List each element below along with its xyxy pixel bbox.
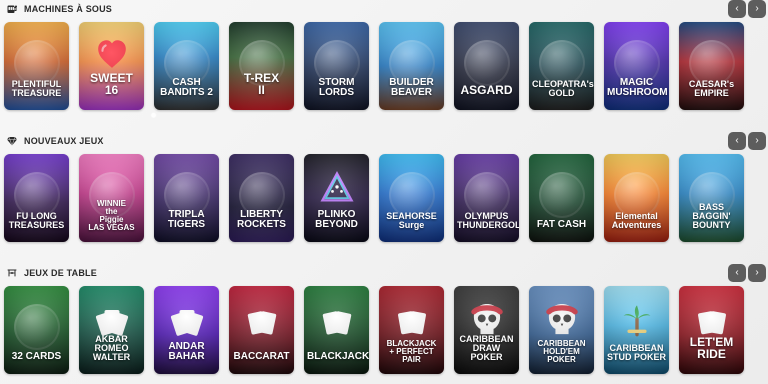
game-title: CASH BANDITS 2 [160, 77, 213, 98]
section-nav: ‹ › [728, 0, 766, 18]
game-title: 32 CARDS [11, 351, 62, 362]
game-title: AKBAR ROMEO WALTER [92, 334, 131, 362]
game-card[interactable]: SEAHORSE Surge [379, 154, 444, 242]
game-card[interactable]: BLACKJACK + PERFECT PAIR [379, 286, 444, 374]
section-title: JEUX DE TABLE [24, 268, 97, 278]
game-card[interactable]: ASGARD [454, 22, 519, 110]
skull-icon [545, 303, 578, 335]
game-card[interactable]: CARIBBEAN DRAW POKER [454, 286, 519, 374]
game-card[interactable]: SWEET 16 [79, 22, 144, 110]
game-artwork [538, 172, 585, 218]
game-title: SEAHORSE Surge [386, 211, 437, 230]
game-title: BLACKJACK [307, 351, 369, 362]
next-button[interactable]: › [748, 132, 766, 150]
playing-cards-icon [397, 311, 426, 335]
game-title: ASGARD [460, 83, 513, 97]
game-title: BASS BAGGIN' BOUNTY [692, 202, 731, 230]
game-title: FAT CASH [536, 219, 587, 230]
game-carousel: FU LONG TREASURES WINNIE the Piggie LAS … [4, 154, 744, 242]
game-title: ANDAR BAHAR [168, 341, 205, 362]
palm-tree-icon [623, 305, 650, 337]
game-carousel: 32 CARDS AKBAR ROMEO WALTER ANDAR BAHAR … [4, 286, 744, 374]
game-title: TRIPLA TIGERS [167, 209, 206, 230]
section-header-slots: MACHINES À SOUS [6, 2, 112, 16]
game-card[interactable]: T-REX II [229, 22, 294, 110]
game-card[interactable]: MAGIC MUSHROOM [604, 22, 669, 110]
game-title: STORM LORDS [318, 77, 355, 98]
game-title: CAESAR's EMPIRE [688, 79, 735, 98]
playing-cards-icon [170, 310, 203, 336]
casino-lobby: MACHINES À SOUS ‹ › PLENTIFUL TREASURE S… [0, 0, 768, 384]
game-title: FU LONG TREASURES [8, 211, 65, 230]
game-title: PLINKO BEYOND [315, 209, 358, 230]
game-card[interactable]: WINNIE the Piggie LAS VEGAS [79, 154, 144, 242]
game-card[interactable]: BUILDER BEAVER [379, 22, 444, 110]
game-card[interactable]: CASH BANDITS 2 [154, 22, 219, 110]
game-title: LET'EM RIDE [689, 335, 734, 361]
game-artwork [463, 40, 510, 86]
game-card[interactable]: CAESAR's EMPIRE [679, 22, 744, 110]
game-title: CARIBBEAN HOLD'EM POKER [537, 339, 586, 364]
game-card[interactable]: BACCARAT [229, 286, 294, 374]
section-title: MACHINES À SOUS [24, 4, 113, 14]
playing-cards-icon [322, 311, 351, 335]
prev-button[interactable]: ‹ [728, 0, 746, 18]
playing-cards-icon [247, 311, 276, 335]
next-button[interactable]: › [748, 264, 766, 282]
section-title: NOUVEAUX JEUX [24, 136, 104, 146]
game-title: CLEOPATRA's GOLD [532, 79, 594, 98]
game-title: T-REX II [243, 71, 280, 97]
prev-button[interactable]: ‹ [728, 264, 746, 282]
section-nav: ‹ › [728, 132, 766, 150]
game-card[interactable]: BASS BAGGIN' BOUNTY [679, 154, 744, 242]
diamond-icon [6, 135, 18, 147]
section-nav: ‹ › [728, 264, 766, 282]
next-button[interactable]: › [748, 0, 766, 18]
game-title: BUILDER BEAVER [389, 77, 434, 98]
triangle-neon-icon [319, 171, 354, 202]
game-card[interactable]: OLYMPUS THUNDERGOLD [454, 154, 519, 242]
game-card[interactable]: STORM LORDS [304, 22, 369, 110]
game-card[interactable]: AKBAR ROMEO WALTER [79, 286, 144, 374]
section-slots: MACHINES À SOUS ‹ › PLENTIFUL TREASURE S… [0, 0, 768, 126]
game-card[interactable]: CLEOPATRA's GOLD [529, 22, 594, 110]
game-card[interactable]: 32 CARDS [4, 286, 69, 374]
game-title: OLYMPUS THUNDERGOLD [457, 211, 519, 230]
game-title: CARIBBEAN STUD POKER [607, 343, 667, 362]
game-title: LIBERTY ROCKETS [237, 209, 286, 230]
slot-machine-icon [6, 3, 18, 15]
section-header-table-games: JEUX DE TABLE [6, 266, 97, 280]
heart-icon [97, 40, 126, 68]
game-carousel: PLENTIFUL TREASURE SWEET 16 CASH BANDITS… [4, 22, 744, 110]
section-table-games: JEUX DE TABLE ‹ › 32 CARDS AKBAR ROMEO W… [0, 264, 768, 384]
game-card[interactable]: FU LONG TREASURES [4, 154, 69, 242]
game-title: BACCARAT [233, 351, 290, 362]
game-title: WINNIE the Piggie LAS VEGAS [88, 199, 135, 232]
game-card[interactable]: ANDAR BAHAR [154, 286, 219, 374]
game-card[interactable]: LIBERTY ROCKETS [229, 154, 294, 242]
prev-button[interactable]: ‹ [728, 132, 746, 150]
game-card[interactable]: PLINKO BEYOND [304, 154, 369, 242]
game-card[interactable]: PLENTIFUL TREASURE [4, 22, 69, 110]
section-new-games: NOUVEAUX JEUX ‹ › FU LONG TREASURES WINN… [0, 132, 768, 258]
game-card[interactable]: Elemental Adventures [604, 154, 669, 242]
playing-cards-icon [697, 311, 726, 335]
game-card[interactable]: TRIPLA TIGERS [154, 154, 219, 242]
game-title: MAGIC MUSHROOM [607, 77, 668, 98]
game-title: CARIBBEAN DRAW POKER [459, 334, 514, 362]
game-card[interactable]: FAT CASH [529, 154, 594, 242]
game-card[interactable]: CARIBBEAN STUD POKER [604, 286, 669, 374]
game-title: PLENTIFUL TREASURE [11, 79, 62, 98]
game-title: SWEET 16 [90, 71, 133, 97]
game-title: BLACKJACK + PERFECT PAIR [386, 339, 437, 364]
game-card[interactable]: BLACKJACK [304, 286, 369, 374]
game-artwork [13, 304, 60, 350]
game-card[interactable]: CARIBBEAN HOLD'EM POKER [529, 286, 594, 374]
game-title: Elemental Adventures [611, 211, 662, 230]
table-games-icon [6, 267, 18, 279]
section-header-new-games: NOUVEAUX JEUX [6, 134, 104, 148]
game-card[interactable]: LET'EM RIDE [679, 286, 744, 374]
